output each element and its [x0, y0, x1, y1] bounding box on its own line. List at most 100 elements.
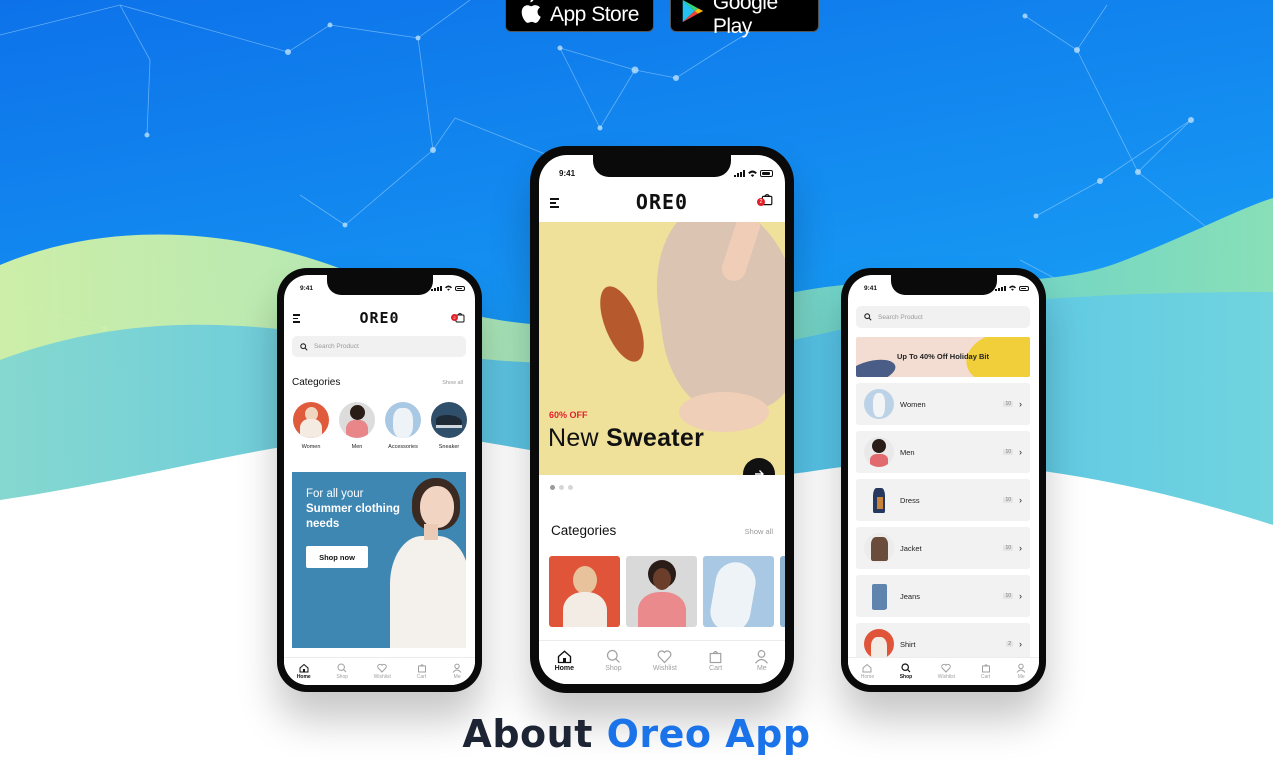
- category-tile-accessories[interactable]: [703, 556, 774, 627]
- tab-home[interactable]: Home: [297, 663, 311, 680]
- status-time: 9:41: [300, 284, 314, 292]
- bag-icon: [981, 664, 990, 673]
- show-all-link[interactable]: Show all: [442, 380, 463, 386]
- category-name: Women: [900, 399, 926, 409]
- search-placeholder: Search Product: [878, 313, 923, 321]
- category-count: 10: [1003, 401, 1013, 407]
- app-store-badge[interactable]: App Store: [505, 0, 654, 32]
- category-carousel: Women Men Accessories Sneaker: [292, 402, 475, 450]
- cart-count-badge: 2: [451, 314, 458, 321]
- tab-me[interactable]: Me: [452, 663, 462, 680]
- tab-home[interactable]: Home: [555, 649, 574, 672]
- status-bar: 9:41: [284, 275, 475, 297]
- category-tile-men[interactable]: [626, 556, 697, 627]
- wifi-icon: [445, 285, 452, 291]
- tab-wishlist[interactable]: Wishlist: [938, 663, 955, 680]
- promo-line-3: needs: [306, 518, 340, 530]
- app-logo: ORE0: [635, 190, 689, 214]
- category-women[interactable]: Women: [292, 402, 330, 450]
- banner-next-button[interactable]: [743, 458, 775, 475]
- google-play-badge[interactable]: Google Play: [670, 0, 819, 38]
- hero-banner[interactable]: 60% OFF New Sweater: [539, 222, 785, 475]
- bottom-tab-bar: Home Shop Wishlist Cart Me: [539, 640, 785, 684]
- tab-cart[interactable]: Cart: [981, 663, 991, 680]
- category-list: Women 10 › Men 10 › Dress 10 › Jacket 10…: [856, 383, 1030, 665]
- promo-banner[interactable]: For all your Summer clothing needs Shop …: [292, 472, 466, 648]
- tab-cart[interactable]: Cart: [417, 663, 427, 680]
- tab-me[interactable]: Me: [1016, 663, 1026, 680]
- heart-icon: [941, 663, 952, 673]
- category-sneaker[interactable]: Sneaker: [430, 402, 468, 450]
- status-bar: 9:41: [848, 275, 1039, 297]
- search-icon: [337, 663, 347, 673]
- category-row-jeans[interactable]: Jeans 10 ›: [856, 575, 1030, 617]
- category-row-dress[interactable]: Dress 10 ›: [856, 479, 1030, 521]
- category-name: Dress: [900, 495, 920, 505]
- promo-line-2: Summer clothing: [306, 503, 400, 515]
- category-tile-more[interactable]: [780, 556, 785, 627]
- cart-icon[interactable]: 2: [757, 192, 773, 211]
- category-men[interactable]: Men: [338, 402, 376, 450]
- show-all-link[interactable]: Show all: [745, 527, 773, 536]
- signal-icon: [995, 285, 1006, 291]
- app-store-label: App Store: [550, 3, 639, 26]
- tab-wishlist[interactable]: Wishlist: [374, 663, 391, 680]
- category-row-women[interactable]: Women 10 ›: [856, 383, 1030, 425]
- home-icon: [862, 663, 872, 673]
- offer-banner[interactable]: Up To 40% Off Holiday Bit: [856, 337, 1030, 377]
- app-logo: ORE0: [359, 309, 400, 327]
- shop-now-button[interactable]: Shop now: [306, 546, 368, 568]
- tab-shop[interactable]: Shop: [899, 663, 913, 680]
- banner-discount: 60% OFF: [549, 410, 588, 420]
- about-heading-prefix: About: [462, 712, 593, 756]
- category-tiles: [549, 556, 785, 627]
- wifi-icon: [1009, 285, 1016, 291]
- user-icon: [1016, 663, 1026, 673]
- status-time: 9:41: [559, 168, 576, 178]
- tab-shop[interactable]: Shop: [605, 649, 622, 672]
- bottom-tab-bar: Home Shop Wishlist Cart Me: [848, 657, 1039, 685]
- category-label: Accessories: [388, 444, 418, 450]
- search-input[interactable]: Search Product: [292, 336, 466, 357]
- cart-icon[interactable]: 2: [451, 309, 465, 328]
- bag-icon: [417, 664, 426, 673]
- battery-icon: [455, 285, 465, 291]
- battery-icon: [760, 169, 773, 177]
- category-name: Men: [900, 447, 915, 457]
- tab-label: Me: [756, 665, 767, 672]
- category-count: 10: [1003, 545, 1013, 551]
- category-accessories[interactable]: Accessories: [384, 402, 422, 450]
- tab-label: Shop: [899, 674, 913, 680]
- user-icon: [452, 663, 462, 673]
- arrow-right-icon: [755, 470, 764, 475]
- status-icons: [995, 281, 1029, 291]
- tab-shop[interactable]: Shop: [336, 663, 348, 680]
- category-tile-women[interactable]: [549, 556, 620, 627]
- search-icon: [606, 649, 620, 663]
- tab-label: Wishlist: [652, 665, 677, 672]
- home-icon: [299, 663, 309, 673]
- search-input[interactable]: Search Product: [856, 306, 1030, 328]
- category-women-image: [293, 402, 329, 438]
- signal-icon: [431, 285, 442, 291]
- category-count: 10: [1003, 497, 1013, 503]
- chevron-right-icon: ›: [1019, 639, 1022, 649]
- category-row-jacket[interactable]: Jacket 10 ›: [856, 527, 1030, 569]
- tab-label: Home: [860, 674, 875, 680]
- category-row-men[interactable]: Men 10 ›: [856, 431, 1030, 473]
- tab-wishlist[interactable]: Wishlist: [653, 649, 677, 672]
- category-avatar: [864, 389, 894, 419]
- tab-label: Me: [1017, 674, 1025, 680]
- tab-home[interactable]: Home: [861, 663, 874, 680]
- category-count: 10: [1003, 449, 1013, 455]
- hero-section: App Store Google Play 9:41 ORE0 2 Search…: [0, 0, 1273, 763]
- tab-me[interactable]: Me: [754, 649, 769, 672]
- tab-cart[interactable]: Cart: [708, 649, 723, 672]
- home-icon: [557, 650, 571, 664]
- category-label: Men: [351, 444, 363, 450]
- bottom-tab-bar: Home Shop Wishlist Cart Me: [284, 657, 475, 685]
- category-avatar: [864, 437, 894, 467]
- chevron-right-icon: ›: [1019, 543, 1022, 553]
- search-placeholder: Search Product: [314, 343, 359, 350]
- heart-icon: [657, 650, 672, 664]
